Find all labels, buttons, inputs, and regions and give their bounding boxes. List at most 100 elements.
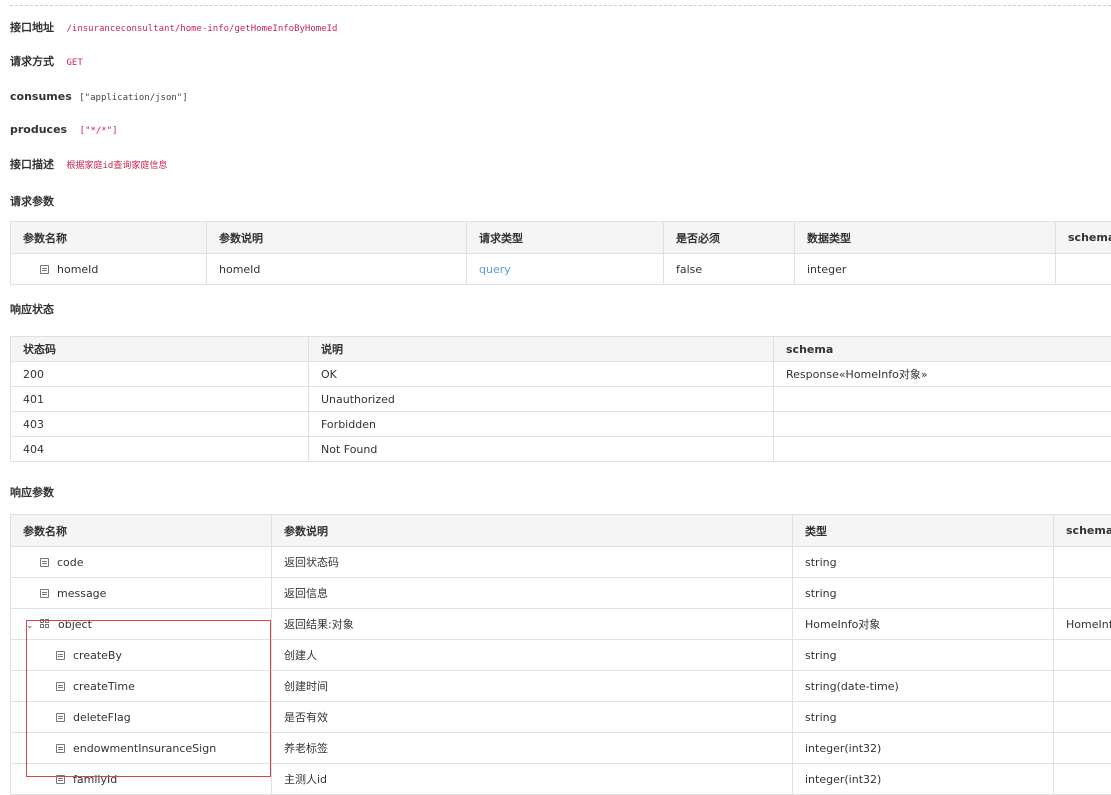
resp-type-cell: HomeInfo对象 (793, 609, 1054, 640)
resp-name-cell: createBy (11, 640, 272, 671)
api-method-label: 请求方式 (10, 55, 54, 68)
resp-desc-cell: 返回结果:对象 (272, 609, 793, 640)
param-name-cell: homeId (11, 254, 207, 285)
col-param-name: 参数名称 (11, 222, 207, 254)
response-status-table: 状态码 说明 schema 200 OK Response«HomeInfo对象… (10, 336, 1111, 462)
resp-name-cell[interactable]: ⌄object (11, 609, 272, 640)
document-icon (40, 265, 49, 274)
resp-name-cell: createTime (11, 671, 272, 702)
status-code-cell: 200 (11, 362, 309, 387)
col-status-desc: 说明 (309, 337, 774, 362)
api-method-row: 请求方式 GET (10, 54, 83, 70)
status-code-cell: 403 (11, 412, 309, 437)
resp-type-cell: string (793, 547, 1054, 578)
table-row: deleteFlag 是否有效 string (11, 702, 1111, 733)
table-row: createTime 创建时间 string(date-time) (11, 671, 1111, 702)
table-row: createBy 创建人 string (11, 640, 1111, 671)
resp-name-cell: deleteFlag (11, 702, 272, 733)
api-desc-label: 接口描述 (10, 158, 54, 171)
param-schema-cell (1056, 254, 1111, 285)
object-grid-icon (40, 619, 50, 629)
resp-desc-cell: 主测人id (272, 764, 793, 795)
resp-name-cell: message (11, 578, 272, 609)
api-desc-value: 根据家庭id查询家庭信息 (67, 161, 168, 171)
resp-desc-cell: 创建时间 (272, 671, 793, 702)
api-desc-row: 接口描述 根据家庭id查询家庭信息 (10, 157, 167, 173)
col-resp-type: 类型 (793, 515, 1054, 547)
resp-desc-cell: 养老标签 (272, 733, 793, 764)
param-desc-cell: homeId (207, 254, 467, 285)
col-resp-param-desc: 参数说明 (272, 515, 793, 547)
table-row: message 返回信息 string (11, 578, 1111, 609)
table-row: endowmentInsuranceSign 养老标签 integer(int3… (11, 733, 1111, 764)
resp-name-cell: familyId (11, 764, 272, 795)
document-icon (56, 651, 65, 660)
resp-type-cell: integer(int32) (793, 733, 1054, 764)
resp-schema-cell (1054, 578, 1111, 609)
api-consumes-row: consumes ["application/json"] (10, 89, 188, 105)
response-params-table: 参数名称 参数说明 类型 schema code 返回状态码 string me… (10, 514, 1111, 795)
table-row-expandable[interactable]: ⌄object 返回结果:对象 HomeInfo对象 HomeInfo (11, 609, 1111, 640)
status-schema-cell (774, 387, 1111, 412)
col-status-schema: schema (774, 337, 1111, 362)
resp-schema-cell (1054, 702, 1111, 733)
resp-desc-cell: 返回信息 (272, 578, 793, 609)
resp-schema-cell (1054, 671, 1111, 702)
resp-type-cell: string (793, 640, 1054, 671)
document-icon (56, 713, 65, 722)
table-row: familyId 主测人id integer(int32) (11, 764, 1111, 795)
status-desc-cell: OK (309, 362, 774, 387)
col-required: 是否必须 (664, 222, 795, 254)
api-produces-row: produces ["*/*"] (10, 122, 118, 138)
table-row: 404 Not Found (11, 437, 1111, 462)
chevron-down-icon[interactable]: ⌄ (26, 621, 35, 631)
resp-type-cell: string (793, 702, 1054, 733)
api-method-value: GET (67, 58, 83, 68)
status-schema-cell (774, 412, 1111, 437)
response-params-header: 参数名称 参数说明 类型 schema (11, 515, 1111, 547)
resp-type-cell: string (793, 578, 1054, 609)
resp-desc-cell: 是否有效 (272, 702, 793, 733)
top-divider (10, 5, 1111, 6)
response-status-header: 状态码 说明 schema (11, 337, 1111, 362)
status-schema-cell: Response«HomeInfo对象» (774, 362, 1111, 387)
api-consumes-label: consumes (10, 90, 72, 103)
response-params-title: 响应参数 (10, 484, 54, 500)
param-type-cell: integer (795, 254, 1056, 285)
resp-schema-cell (1054, 733, 1111, 764)
resp-name-cell: endowmentInsuranceSign (11, 733, 272, 764)
api-address-row: 接口地址 /insuranceconsultant/home-info/getH… (10, 20, 337, 36)
document-icon (40, 558, 49, 567)
col-data-type: 数据类型 (795, 222, 1056, 254)
request-params-title: 请求参数 (10, 193, 54, 209)
status-code-cell: 401 (11, 387, 309, 412)
col-schema: schema (1056, 222, 1111, 254)
col-resp-param-name: 参数名称 (11, 515, 272, 547)
resp-desc-cell: 创建人 (272, 640, 793, 671)
resp-desc-cell: 返回状态码 (272, 547, 793, 578)
document-icon (56, 744, 65, 753)
resp-name-cell: code (11, 547, 272, 578)
api-address-label: 接口地址 (10, 21, 54, 34)
col-resp-schema: schema (1054, 515, 1111, 547)
resp-schema-cell (1054, 764, 1111, 795)
document-icon (56, 775, 65, 784)
request-params-table: 参数名称 参数说明 请求类型 是否必须 数据类型 schema homeId h… (10, 221, 1111, 285)
status-code-cell: 404 (11, 437, 309, 462)
status-schema-cell (774, 437, 1111, 462)
table-row: code 返回状态码 string (11, 547, 1111, 578)
request-params-header: 参数名称 参数说明 请求类型 是否必须 数据类型 schema (11, 222, 1111, 254)
api-address-value: /insuranceconsultant/home-info/getHomeIn… (67, 24, 338, 34)
col-status-code: 状态码 (11, 337, 309, 362)
status-desc-cell: Not Found (309, 437, 774, 462)
table-row: 403 Forbidden (11, 412, 1111, 437)
resp-schema-cell (1054, 547, 1111, 578)
param-required-cell: false (664, 254, 795, 285)
status-desc-cell: Unauthorized (309, 387, 774, 412)
resp-schema-cell: HomeInfo (1054, 609, 1111, 640)
param-in-cell: query (467, 254, 664, 285)
col-request-type: 请求类型 (467, 222, 664, 254)
table-row: 401 Unauthorized (11, 387, 1111, 412)
status-desc-cell: Forbidden (309, 412, 774, 437)
table-row: 200 OK Response«HomeInfo对象» (11, 362, 1111, 387)
